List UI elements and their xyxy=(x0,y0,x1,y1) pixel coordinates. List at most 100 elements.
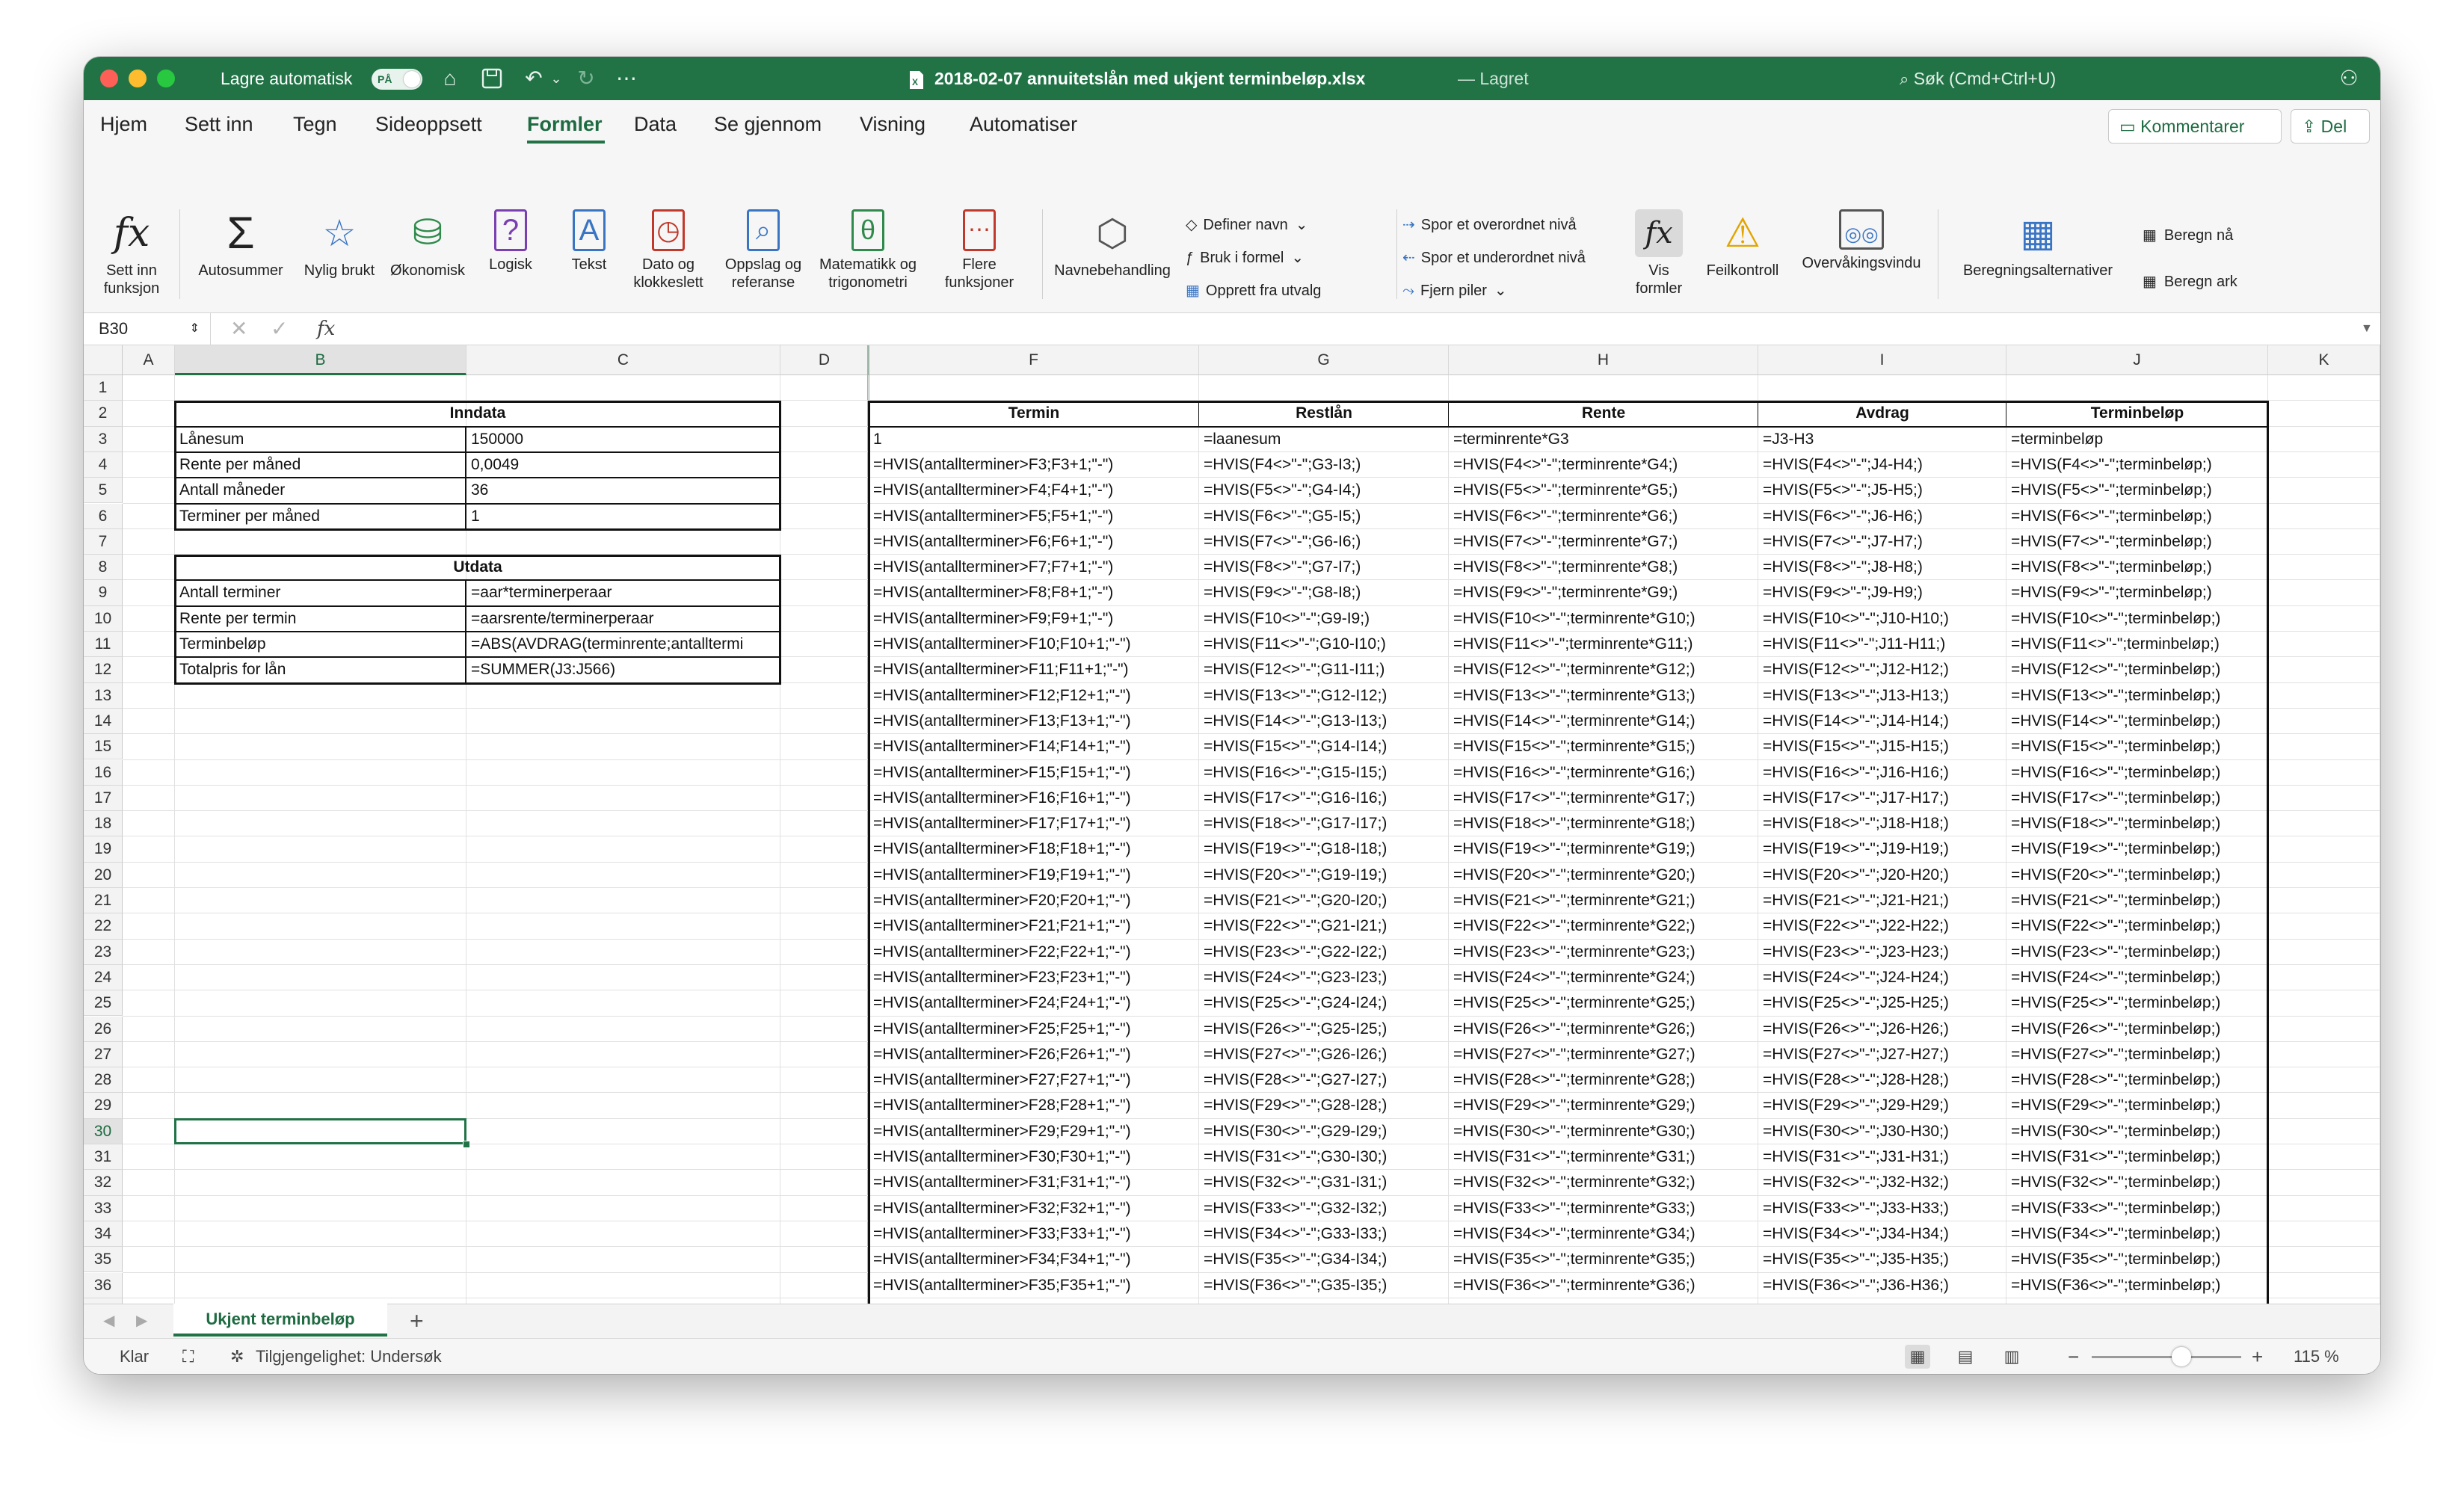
tab-sett-inn[interactable]: Sett inn xyxy=(185,109,253,139)
table-cell[interactable]: =HVIS(F6<>"-";terminbeløp;) xyxy=(2006,504,2268,529)
sheet-tab-ukjent-terminbelop[interactable]: Ukjent terminbeløp xyxy=(173,1304,387,1337)
row-header-5[interactable]: 5 xyxy=(84,478,123,504)
search-box[interactable]: ⌕ Søk (Cmd+Ctrl+U) xyxy=(1900,66,2199,91)
use-in-formula-button[interactable]: ƒ Bruk i formel ⌄ xyxy=(1186,247,1304,269)
table-header-i[interactable]: Avdrag xyxy=(1758,401,2006,426)
row-header-9[interactable]: 9 xyxy=(84,580,123,606)
table-cell[interactable]: =HVIS(antallterminer>F15;F15+1;"-") xyxy=(869,760,1199,786)
table-cell[interactable]: =HVIS(F5<>"-";G4-I4;) xyxy=(1199,478,1449,503)
table-cell[interactable]: =HVIS(F23<>"-";terminrente*G23;) xyxy=(1449,940,1758,965)
row-header-29[interactable]: 29 xyxy=(84,1093,123,1119)
table-cell[interactable]: =HVIS(F6<>"-";J6-H6;) xyxy=(1758,504,2006,529)
table-cell[interactable]: =HVIS(F23<>"-";G22-I22;) xyxy=(1199,940,1449,965)
row-header-16[interactable]: 16 xyxy=(84,759,123,786)
inndata-value[interactable]: 36 xyxy=(466,478,780,503)
table-cell[interactable]: =HVIS(F23<>"-";terminbeløp;) xyxy=(2006,940,2268,965)
inndata-value[interactable]: 1 xyxy=(466,504,780,529)
column-header-b[interactable]: B xyxy=(175,345,466,375)
table-cell[interactable]: =HVIS(F20<>"-";J20-H20;) xyxy=(1758,863,2006,888)
table-cell[interactable]: =HVIS(F24<>"-";terminrente*G24;) xyxy=(1449,965,1758,990)
autosum-button[interactable]: Σ Autosummer xyxy=(188,209,293,280)
table-cell[interactable]: =HVIS(F6<>"-";G5-I5;) xyxy=(1199,504,1449,529)
row-header-6[interactable]: 6 xyxy=(84,503,123,529)
table-cell[interactable]: =HVIS(antallterminer>F8;F8+1;"-") xyxy=(869,580,1199,605)
table-cell[interactable]: =HVIS(F15<>"-";G14-I14;) xyxy=(1199,734,1449,759)
table-cell[interactable]: =HVIS(F31<>"-";terminrente*G31;) xyxy=(1449,1144,1758,1170)
table-cell[interactable]: =HVIS(F33<>"-";J33-H33;) xyxy=(1758,1196,2006,1221)
show-formulas-button[interactable]: fx Vis formler xyxy=(1625,209,1693,297)
calc-options-button[interactable]: ▦ Beregningsalternativer xyxy=(1948,209,2128,280)
table-cell[interactable]: =HVIS(F31<>"-";G30-I30;) xyxy=(1199,1144,1449,1170)
row-header-12[interactable]: 12 xyxy=(84,657,123,683)
inndata-label[interactable]: Antall måneder xyxy=(175,478,466,503)
table-cell[interactable]: =HVIS(antallterminer>F21;F21+1;"-") xyxy=(869,913,1199,939)
undo-dropdown-icon[interactable]: ⌄ xyxy=(547,66,565,91)
table-cell[interactable]: =HVIS(F28<>"-";terminbeløp;) xyxy=(2006,1067,2268,1093)
table-cell[interactable]: =HVIS(F28<>"-";G27-I27;) xyxy=(1199,1067,1449,1093)
table-cell[interactable]: =HVIS(F16<>"-";terminrente*G16;) xyxy=(1449,760,1758,786)
table-cell[interactable]: =HVIS(F33<>"-";terminrente*G33;) xyxy=(1449,1196,1758,1221)
row-header-33[interactable]: 33 xyxy=(84,1195,123,1221)
inndata-label[interactable]: Rente per måned xyxy=(175,452,466,478)
math-trig-button[interactable]: θ Matematikk og trigonometri xyxy=(804,209,931,292)
create-from-selection-button[interactable]: ▦ Opprett fra utvalg xyxy=(1186,280,1321,302)
utdata-label[interactable]: Rente per termin xyxy=(175,606,466,632)
table-cell[interactable]: =HVIS(F9<>"-";J9-H9;) xyxy=(1758,580,2006,605)
table-cell[interactable]: =HVIS(F34<>"-";J34-H34;) xyxy=(1758,1221,2006,1247)
table-cell[interactable]: =HVIS(F24<>"-";J24-H24;) xyxy=(1758,965,2006,990)
table-cell[interactable]: =HVIS(F18<>"-";terminbeløp;) xyxy=(2006,811,2268,836)
table-cell[interactable]: =HVIS(F14<>"-";J14-H14;) xyxy=(1758,709,2006,734)
table-cell[interactable]: =HVIS(antallterminer>F14;F14+1;"-") xyxy=(869,734,1199,759)
table-cell[interactable]: =terminrente*G3 xyxy=(1449,427,1758,452)
tab-formler[interactable]: Formler xyxy=(527,109,603,139)
table-cell[interactable]: =HVIS(F27<>"-";G26-I26;) xyxy=(1199,1042,1449,1067)
table-cell[interactable]: =HVIS(F35<>"-";terminbeløp;) xyxy=(2006,1247,2268,1272)
table-cell[interactable]: =HVIS(F13<>"-";J13-H13;) xyxy=(1758,683,2006,709)
formula-input[interactable] xyxy=(360,313,2334,345)
table-cell[interactable]: =HVIS(F26<>"-";J26-H26;) xyxy=(1758,1017,2006,1042)
table-cell[interactable]: =HVIS(F19<>"-";J19-H19;) xyxy=(1758,836,2006,862)
table-cell[interactable]: =HVIS(F27<>"-";terminbeløp;) xyxy=(2006,1042,2268,1067)
table-cell[interactable]: =HVIS(F15<>"-";terminrente*G15;) xyxy=(1449,734,1758,759)
table-cell[interactable]: =HVIS(antallterminer>F27;F27+1;"-") xyxy=(869,1067,1199,1093)
expand-formula-bar-icon[interactable]: ▼ xyxy=(2361,313,2373,345)
table-cell[interactable]: =HVIS(F5<>"-";terminrente*G5;) xyxy=(1449,478,1758,503)
utdata-formula[interactable]: =aar*terminerperaar xyxy=(466,580,780,605)
row-header-30[interactable]: 30 xyxy=(84,1118,123,1144)
row-header-19[interactable]: 19 xyxy=(84,836,123,863)
table-cell[interactable]: =J3-H3 xyxy=(1758,427,2006,452)
row-header-1[interactable]: 1 xyxy=(84,375,123,401)
table-cell[interactable]: =HVIS(F19<>"-";G18-I18;) xyxy=(1199,836,1449,862)
table-cell[interactable]: =HVIS(F9<>"-";terminrente*G9;) xyxy=(1449,580,1758,605)
row-header-26[interactable]: 26 xyxy=(84,1016,123,1042)
column-header-g[interactable]: G xyxy=(1199,345,1449,375)
table-cell[interactable]: =HVIS(F34<>"-";terminbeløp;) xyxy=(2006,1221,2268,1247)
table-cell[interactable]: =HVIS(antallterminer>F35;F35+1;"-") xyxy=(869,1273,1199,1298)
table-cell[interactable]: =HVIS(antallterminer>F31;F31+1;"-") xyxy=(869,1170,1199,1195)
more-icon[interactable]: ⋯ xyxy=(613,66,640,91)
table-cell[interactable]: =HVIS(F9<>"-";terminbeløp;) xyxy=(2006,580,2268,605)
table-cell[interactable]: =HVIS(F35<>"-";G34-I34;) xyxy=(1199,1247,1449,1272)
table-cell[interactable]: =HVIS(F8<>"-";terminbeløp;) xyxy=(2006,555,2268,580)
table-cell[interactable]: =HVIS(F37<>"-";terminrente*G37;) xyxy=(1449,1298,1758,1304)
inndata-title[interactable]: Inndata xyxy=(175,401,780,426)
undo-icon[interactable]: ↶ xyxy=(520,66,547,91)
row-header-3[interactable]: 3 xyxy=(84,426,123,452)
table-cell[interactable]: =HVIS(F13<>"-";terminrente*G13;) xyxy=(1449,683,1758,709)
row-header-24[interactable]: 24 xyxy=(84,964,123,991)
table-cell[interactable]: =HVIS(F22<>"-";J22-H22;) xyxy=(1758,913,2006,939)
table-cell[interactable]: =HVIS(F12<>"-";J12-H12;) xyxy=(1758,657,2006,682)
table-cell[interactable]: =HVIS(F9<>"-";G8-I8;) xyxy=(1199,580,1449,605)
table-cell[interactable]: =HVIS(F10<>"-";terminrente*G10;) xyxy=(1449,606,1758,632)
define-name-button[interactable]: ◇ Definer navn ⌄ xyxy=(1186,214,1308,236)
page-break-view-icon[interactable]: ▥ xyxy=(1999,1345,2024,1369)
table-cell[interactable]: =laanesum xyxy=(1199,427,1449,452)
utdata-label[interactable]: Totalpris for lån xyxy=(175,657,466,682)
save-icon[interactable] xyxy=(478,66,505,91)
row-header-37[interactable]: 37 xyxy=(84,1298,123,1304)
accessibility-status[interactable]: Tilgjengelighet: Undersøk xyxy=(256,1339,442,1374)
table-cell[interactable]: =HVIS(F29<>"-";terminrente*G29;) xyxy=(1449,1093,1758,1118)
table-cell[interactable]: =HVIS(F5<>"-";J5-H5;) xyxy=(1758,478,2006,503)
table-cell[interactable]: =HVIS(antallterminer>F20;F20+1;"-") xyxy=(869,888,1199,913)
table-cell[interactable]: =HVIS(F7<>"-";G6-I6;) xyxy=(1199,529,1449,555)
